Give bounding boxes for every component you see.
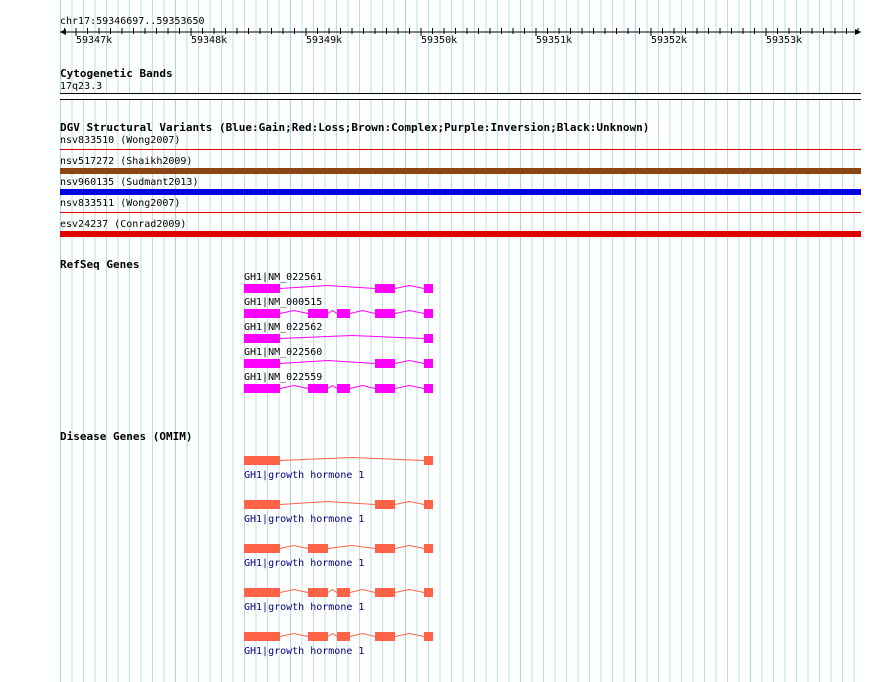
intron-line <box>349 588 376 593</box>
intron-line <box>394 500 425 505</box>
exon-block <box>424 588 433 597</box>
intron-line <box>279 588 309 593</box>
exon-block <box>337 588 350 597</box>
exon-block <box>308 544 328 553</box>
intron-line <box>327 544 376 549</box>
exon-block <box>375 500 395 509</box>
exon-block <box>424 544 433 553</box>
exon-block <box>244 456 280 465</box>
exon-block <box>375 588 395 597</box>
exon-block <box>424 456 433 465</box>
exon-block <box>244 544 280 553</box>
intron-line <box>327 588 338 593</box>
intron-line <box>279 544 309 549</box>
exon-block <box>424 632 433 641</box>
exon-block <box>244 588 280 597</box>
exon-block <box>424 500 433 509</box>
exon-block <box>375 632 395 641</box>
intron-line <box>349 632 376 637</box>
omim-gene-models[interactable] <box>0 0 890 682</box>
exon-block <box>308 588 328 597</box>
intron-line <box>279 456 425 461</box>
intron-line <box>394 632 425 637</box>
intron-line <box>394 588 425 593</box>
exon-block <box>337 632 350 641</box>
intron-line <box>327 632 338 637</box>
intron-line <box>279 500 376 505</box>
exon-block <box>244 632 280 641</box>
intron-line <box>394 544 425 549</box>
exon-block <box>244 500 280 509</box>
exon-block <box>308 632 328 641</box>
intron-line <box>279 632 309 637</box>
exon-block <box>375 544 395 553</box>
